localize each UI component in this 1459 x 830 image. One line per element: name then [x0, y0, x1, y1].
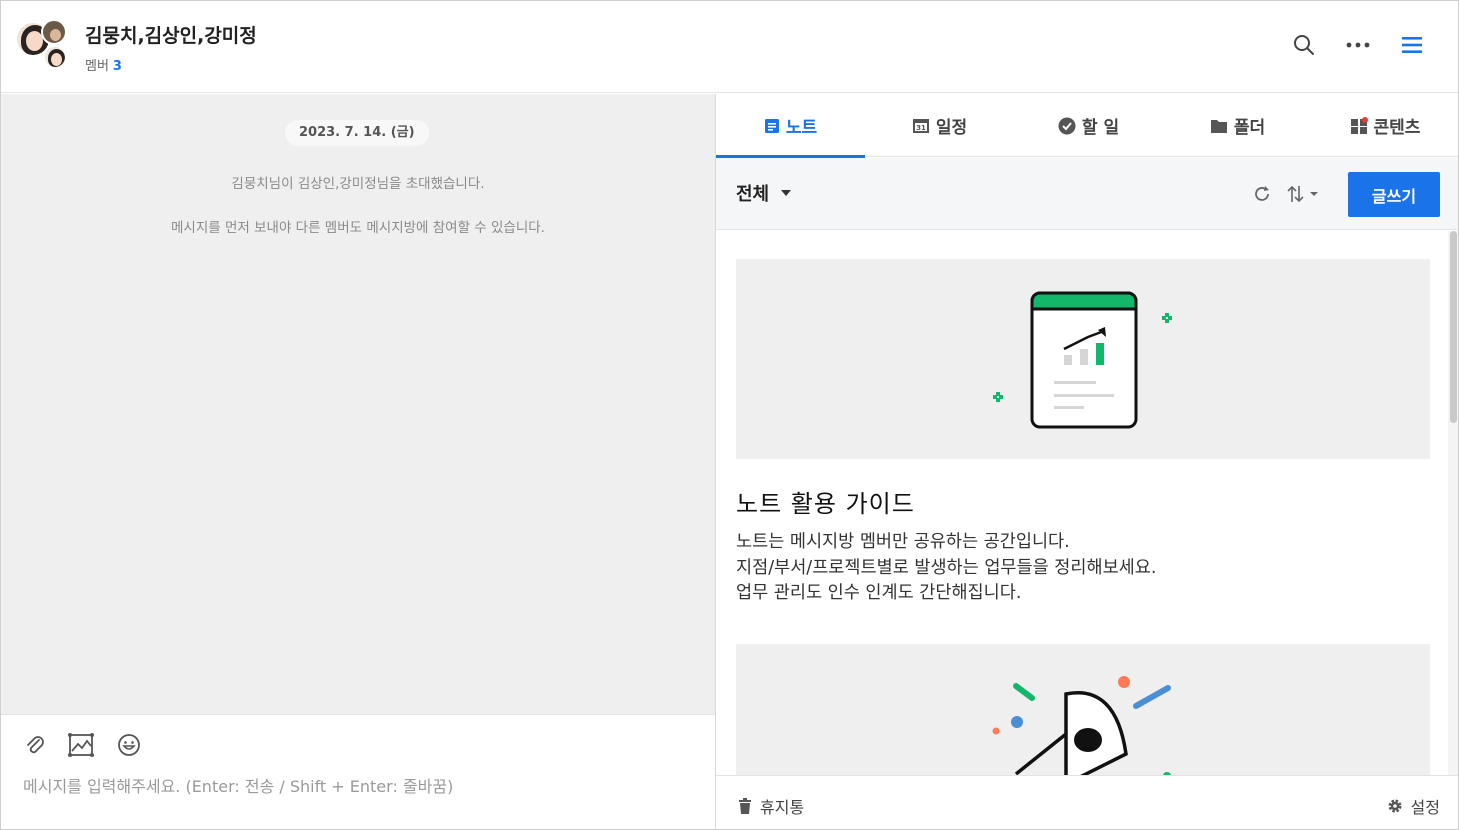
system-message: 메시지를 먼저 보내야 다른 멤버도 메시지방에 참여할 수 있습니다. — [171, 220, 545, 236]
scrollbar-thumb[interactable] — [1450, 231, 1457, 423]
contents-icon — [1350, 116, 1368, 135]
chevron-down-icon — [781, 190, 792, 196]
trash-icon — [738, 798, 752, 814]
date-divider: 2023. 7. 14. (금) — [285, 120, 429, 146]
system-message: 김뭉치님이 김상인,강미정님을 초대했습니다. — [231, 176, 485, 192]
trash-label: 휴지통 — [760, 798, 805, 817]
app-window: 김뭉치,김상인,강미정 멤버 3 2023. 7. 14. (금) 김뭉치님이 김… — [0, 0, 1459, 830]
chat-header: 김뭉치,김상인,강미정 멤버 3 — [1, 1, 1458, 93]
refresh-icon[interactable] — [1252, 182, 1272, 206]
attachment-icon[interactable] — [21, 731, 49, 759]
members-count: 3 — [112, 59, 122, 74]
note-list[interactable]: 노트 활용 가이드 노트는 메시지방 멤버만 공유하는 공간입니다. 지점/부서… — [716, 231, 1458, 775]
side-panel: 노트 31 일정 할 일 폴더 콘텐츠 전체 글쓰기 노트 활용 가이드 노트는… — [716, 94, 1458, 829]
members-info[interactable]: 멤버 3 — [85, 55, 122, 74]
gear-icon — [1387, 798, 1403, 814]
tab-contents[interactable]: 콘텐츠 — [1312, 94, 1458, 157]
guide-line: 노트는 메시지방 멤버만 공유하는 공간입니다. — [736, 532, 1070, 552]
tab-schedule[interactable]: 31 일정 — [865, 94, 1014, 157]
tab-note[interactable]: 노트 — [716, 94, 865, 158]
message-composer — [1, 714, 715, 829]
panel-tabs: 노트 31 일정 할 일 폴더 콘텐츠 — [716, 94, 1458, 158]
emoji-icon[interactable] — [115, 731, 143, 759]
avatar-member-2 — [41, 19, 67, 45]
search-icon[interactable] — [1290, 31, 1318, 59]
tab-label: 할 일 — [1081, 118, 1120, 138]
image-icon[interactable] — [67, 731, 95, 759]
note-toolbar: 전체 글쓰기 — [716, 158, 1458, 230]
scrollbar[interactable] — [1448, 231, 1458, 775]
sort-icon[interactable] — [1286, 182, 1326, 206]
guide-line: 지점/부서/프로젝트별로 발생하는 업무들을 정리해보세요. — [736, 558, 1157, 578]
members-label: 멤버 — [85, 59, 109, 74]
settings-button[interactable]: 설정 — [1387, 794, 1440, 818]
filter-dropdown[interactable]: 전체 — [736, 180, 792, 206]
chat-title: 김뭉치,김상인,강미정 — [85, 25, 257, 47]
group-avatar[interactable] — [15, 19, 69, 71]
note-icon — [764, 118, 780, 134]
trash-button[interactable]: 휴지통 — [738, 794, 804, 818]
folder-icon — [1210, 118, 1228, 134]
guide-title[interactable]: 노트 활용 가이드 — [736, 484, 915, 519]
write-button[interactable]: 글쓰기 — [1348, 172, 1440, 217]
tab-folder[interactable]: 폴더 — [1163, 94, 1312, 157]
menu-icon[interactable] — [1398, 31, 1426, 59]
message-list[interactable]: 2023. 7. 14. (금) 김뭉치님이 김상인,강미정님을 초대했습니다.… — [1, 94, 715, 714]
tab-label: 노트 — [785, 118, 818, 138]
check-icon — [1058, 117, 1076, 135]
guide-line: 업무 관리도 인수 인계도 간단해집니다. — [736, 583, 1022, 603]
more-icon[interactable] — [1344, 31, 1372, 59]
svg-text:31: 31 — [916, 124, 926, 132]
tab-todo[interactable]: 할 일 — [1014, 94, 1163, 157]
tab-label: 콘텐츠 — [1373, 118, 1421, 138]
tab-label: 폴더 — [1233, 118, 1266, 138]
message-input[interactable] — [23, 777, 703, 796]
calendar-icon: 31 — [912, 117, 930, 134]
tab-label: 일정 — [935, 118, 968, 138]
guide-illustration — [736, 259, 1430, 459]
panel-footer: 휴지통 설정 — [716, 775, 1458, 829]
announcement-illustration — [736, 644, 1430, 775]
avatar-member-3 — [43, 45, 67, 69]
filter-label: 전체 — [736, 184, 770, 205]
settings-label: 설정 — [1410, 798, 1440, 817]
